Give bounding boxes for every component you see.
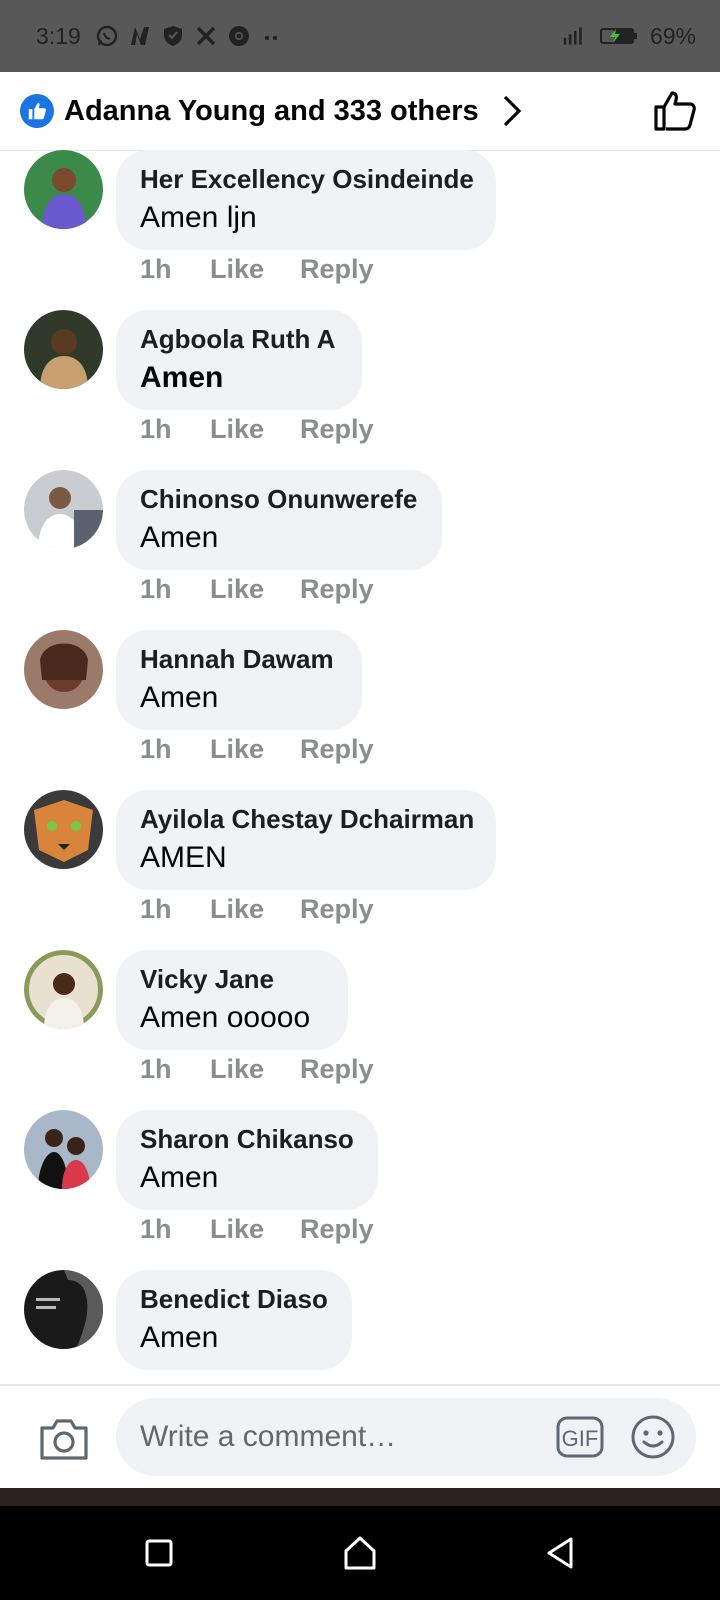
comment-bubble[interactable]: Benedict Diaso Amen <box>116 1270 352 1370</box>
like-reaction-icon <box>20 94 54 128</box>
comments-list[interactable]: Her Excellency Osindeinde Amen ljn 1h Li… <box>0 150 720 1384</box>
comment-text: Amen <box>140 361 224 394</box>
status-bar: 3:19 69% <box>0 0 720 72</box>
reactions-summary[interactable]: Adanna Young and 333 others <box>64 95 479 128</box>
reply-link[interactable]: Reply <box>300 1214 374 1245</box>
comment-actions: 1h Like Reply <box>140 1214 374 1245</box>
reactions-header[interactable]: Adanna Young and 333 others <box>0 72 720 151</box>
chrome-icon <box>227 24 251 48</box>
comment-time: 1h <box>140 1054 172 1084</box>
gif-button[interactable]: GIF <box>556 1416 604 1458</box>
comment-text: Amen ljn <box>140 201 257 234</box>
comment-time: 1h <box>140 574 172 604</box>
avatar[interactable] <box>24 1270 103 1349</box>
n-app-icon <box>128 24 152 48</box>
comment-time: 1h <box>140 1214 172 1244</box>
comment-bubble[interactable]: Hannah Dawam Amen <box>116 630 362 730</box>
avatar[interactable] <box>24 950 103 1029</box>
comment-input[interactable] <box>116 1398 696 1476</box>
avatar[interactable] <box>24 150 103 229</box>
comment-item: Benedict Diaso Amen <box>0 1270 720 1384</box>
avatar[interactable] <box>24 1110 103 1189</box>
comment-author[interactable]: Hannah Dawam <box>140 644 338 674</box>
like-link[interactable]: Like <box>210 414 300 445</box>
emoji-icon[interactable] <box>630 1414 676 1460</box>
comment-item: Agboola Ruth A Amen 1h Like Reply <box>0 310 720 474</box>
comment-text: Amen ooooo <box>140 1001 311 1034</box>
recents-button[interactable] <box>134 1528 184 1578</box>
comment-text: AMEN <box>140 841 227 874</box>
comment-author[interactable]: Chinonso Onunwerefe <box>140 484 418 514</box>
comment-item: Hannah Dawam Amen 1h Like Reply <box>0 630 720 794</box>
like-link[interactable]: Like <box>210 254 300 285</box>
reply-link[interactable]: Reply <box>300 1054 374 1085</box>
battery-percent: 69% <box>649 22 696 49</box>
x-icon <box>194 24 218 48</box>
comment-time: 1h <box>140 734 172 764</box>
status-time: 3:19 <box>36 22 81 49</box>
comment-time: 1h <box>140 414 172 444</box>
comment-time: 1h <box>140 894 172 924</box>
comment-text: Amen <box>140 521 219 554</box>
comment-actions: 1h Like Reply <box>140 894 374 925</box>
comment-item: Sharon Chikanso Amen 1h Like Reply <box>0 1110 720 1274</box>
whatsapp-icon <box>95 24 119 48</box>
notification-icons <box>95 24 284 48</box>
status-right: 69% <box>562 23 696 50</box>
comment-actions: 1h Like Reply <box>140 1054 374 1085</box>
comment-actions: 1h Like Reply <box>140 414 374 445</box>
battery-icon <box>596 24 640 48</box>
like-button[interactable] <box>652 87 700 135</box>
like-link[interactable]: Like <box>210 574 300 605</box>
comment-author[interactable]: Vicky Jane <box>140 964 324 994</box>
comment-actions: 1h Like Reply <box>140 254 374 285</box>
comment-author[interactable]: Benedict Diaso <box>140 1284 328 1314</box>
comment-time: 1h <box>140 254 172 284</box>
comment-bubble[interactable]: Agboola Ruth A Amen <box>116 310 362 410</box>
like-link[interactable]: Like <box>210 1214 300 1245</box>
system-nav-bar <box>0 1506 720 1600</box>
comment-bubble[interactable]: Ayilola Chestay Dchairman AMEN <box>116 790 496 890</box>
reply-link[interactable]: Reply <box>300 894 374 925</box>
shield-icon <box>161 24 185 48</box>
comment-bubble[interactable]: Her Excellency Osindeinde Amen ljn <box>116 150 496 250</box>
gif-label: GIF <box>562 1426 599 1451</box>
comment-actions: 1h Like Reply <box>140 734 374 765</box>
comment-author[interactable]: Ayilola Chestay Dchairman <box>140 804 474 834</box>
comment-composer: GIF <box>0 1384 720 1488</box>
like-link[interactable]: Like <box>210 734 300 765</box>
background-strip <box>0 1488 720 1506</box>
comment-text: Amen <box>140 1161 219 1194</box>
comment-item: Her Excellency Osindeinde Amen ljn 1h Li… <box>0 150 720 314</box>
comment-bubble[interactable]: Vicky Jane Amen ooooo <box>116 950 348 1050</box>
signal-icon <box>562 24 586 48</box>
comment-bubble[interactable]: Sharon Chikanso Amen <box>116 1110 378 1210</box>
avatar[interactable] <box>24 470 103 549</box>
reply-link[interactable]: Reply <box>300 254 374 285</box>
like-link[interactable]: Like <box>210 894 300 925</box>
comment-author[interactable]: Agboola Ruth A <box>140 324 338 354</box>
comment-text: Amen <box>140 1321 219 1354</box>
reply-link[interactable]: Reply <box>300 414 374 445</box>
comment-author[interactable]: Sharon Chikanso <box>140 1124 354 1154</box>
comment-text: Amen <box>140 681 219 714</box>
avatar[interactable] <box>24 790 103 869</box>
back-button[interactable] <box>535 1528 585 1578</box>
comment-item: Chinonso Onunwerefe Amen 1h Like Reply <box>0 470 720 634</box>
like-link[interactable]: Like <box>210 1054 300 1085</box>
reply-link[interactable]: Reply <box>300 574 374 605</box>
home-button[interactable] <box>335 1528 385 1578</box>
comment-actions: 1h Like Reply <box>140 574 374 605</box>
reply-link[interactable]: Reply <box>300 734 374 765</box>
avatar[interactable] <box>24 630 103 709</box>
comment-bubble[interactable]: Chinonso Onunwerefe Amen <box>116 470 442 570</box>
comment-item: Ayilola Chestay Dchairman AMEN 1h Like R… <box>0 790 720 954</box>
comment-author[interactable]: Her Excellency Osindeinde <box>140 164 474 194</box>
chevron-right-icon[interactable] <box>497 91 527 131</box>
avatar[interactable] <box>24 310 103 389</box>
more-dots-icon <box>260 24 284 48</box>
camera-icon[interactable] <box>38 1416 90 1462</box>
comment-item: Vicky Jane Amen ooooo 1h Like Reply <box>0 950 720 1114</box>
